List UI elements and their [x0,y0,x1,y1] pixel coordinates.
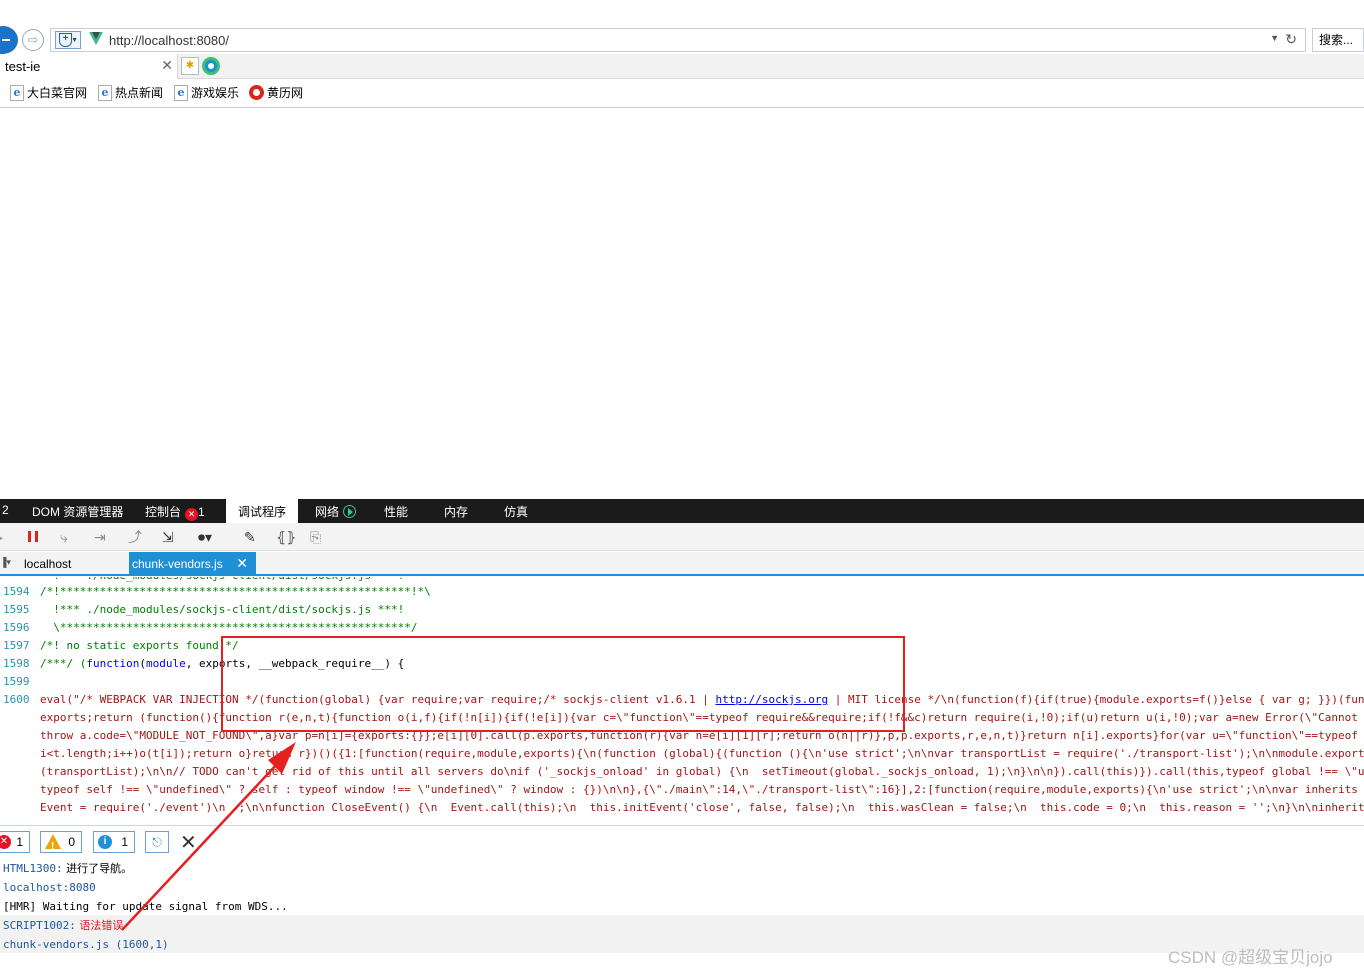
forward-button[interactable]: ⇨ [22,29,44,51]
record-play-icon [343,505,357,518]
error-row-background [0,915,1364,953]
tab-performance[interactable]: 性能 [384,503,408,520]
error-x-icon: ✕ [185,508,199,521]
exception-behavior-icon[interactable]: ⏺▾ [198,528,212,546]
ie-page-icon: e [174,85,188,101]
annotation-highlight-box [221,636,905,732]
console-message: [HMR] Waiting for update signal from WDS… [3,900,288,913]
tab-emulation[interactable]: 仿真 [504,503,528,520]
url-dropdown-icon[interactable]: ▼ [1270,33,1279,43]
file-tab-strip: ▐▾ localhost chunk-vendors.js ✕ [0,552,1364,576]
ie-page-icon: e [10,85,24,101]
continue-icon[interactable]: ▸ [0,528,3,546]
tab-debugger[interactable]: 调试程序 [226,499,299,523]
compat-shield-icon[interactable]: + ▼ [55,31,81,49]
browser-tab-strip: test-ie ✕ ✱ [0,54,1364,79]
file-list-dropdown-icon[interactable]: ▐▾ [0,557,11,568]
error-filter-button[interactable]: ✕ 1 [0,831,30,853]
favorite-link[interactable]: e 游戏娱乐 [172,85,239,101]
url-text[interactable]: http://localhost:8080/ [109,33,229,48]
devtools-tab-strip: 2 DOM 资源管理器 控制台 ✕ 1 调试程序 网络 性能 内存 仿真 [0,499,1364,523]
search-button[interactable]: 搜索... [1312,28,1364,52]
huangli-icon [249,85,264,100]
step-over-icon[interactable]: ⇥ [94,528,106,546]
vue-favicon-icon [89,32,103,45]
debugger-toolbar: ▸ ⤷ ⇥ ⤴ ⇲ ⏺▾ ✎ ⦃⦄ ⎘ [0,523,1364,551]
pause-icon[interactable] [28,531,38,542]
navigation-filter-button[interactable]: ⎋ [145,831,169,853]
step-into-icon[interactable]: ⤷ [60,528,68,546]
warning-filter-button[interactable]: 0 [40,831,82,857]
console-output: HTML1300: 进行了导航。 localhost:8080 [HMR] Wa… [0,857,1364,973]
devtools-tab-index: 2 [2,503,9,517]
tab-network[interactable]: 网络 [315,503,357,520]
edge-icon[interactable] [202,57,220,75]
console-error-source-link[interactable]: chunk-vendors.js (1600,1) [3,935,169,954]
tab-console[interactable]: 控制台 ✕ 1 [145,503,205,521]
favorite-link[interactable]: e 大白菜官网 [8,85,87,101]
close-tab-icon[interactable]: ✕ [161,57,173,74]
break-on-new-worker-icon[interactable]: ⇲ [162,528,174,546]
step-out-icon[interactable]: ⤴ [128,528,142,546]
file-tab-chunk-vendors[interactable]: chunk-vendors.js ✕ [129,552,256,576]
favorite-link[interactable]: e 热点新闻 [96,85,163,101]
console-filter-bar: ✕1 0 i1 ⎋ ✕ [0,825,1364,857]
clear-console-icon[interactable]: ✕ [180,830,197,855]
pin-icon[interactable]: ✎ [244,528,256,546]
favorites-bar: e 大白菜官网 e 热点新闻 e 游戏娱乐 黄历网 [0,79,1364,108]
new-tab-icon[interactable]: ✱ [181,57,199,75]
tab-dom-explorer[interactable]: DOM 资源管理器 [32,503,123,520]
pretty-print-icon[interactable]: ⦃⦄ [276,528,297,546]
window-top-strip [0,0,1364,26]
ie-page-icon: e [98,85,112,101]
info-icon: i [98,835,112,849]
console-message: HTML1300: 进行了导航。 [3,862,133,875]
page-content-blank [0,109,1364,499]
browser-tab[interactable]: test-ie ✕ [0,54,178,79]
address-bar[interactable]: + ▼ http://localhost:8080/ ▼ ↻ [50,28,1306,52]
error-x-icon: ✕ [0,835,11,849]
console-error-message: SCRIPT1002: 语法错误 [3,919,124,932]
favorite-link[interactable]: 黄历网 [248,85,303,101]
console-source-link[interactable]: localhost:8080 [3,878,96,897]
info-filter-button[interactable]: i1 [93,831,135,853]
tab-memory[interactable]: 内存 [444,503,468,520]
warning-icon [45,834,61,857]
source-map-icon[interactable]: ⎘ [310,528,321,546]
back-button[interactable] [0,26,18,54]
file-tab-localhost[interactable]: localhost [24,557,71,571]
address-row: ⇨ + ▼ http://localhost:8080/ ▼ ↻ 搜索... [0,26,1364,54]
tab-title: test-ie [5,59,41,74]
watermark: CSDN @超级宝贝jojo [1168,948,1333,967]
refresh-icon[interactable]: ↻ [1285,31,1297,48]
close-file-tab-icon[interactable]: ✕ [236,555,248,572]
